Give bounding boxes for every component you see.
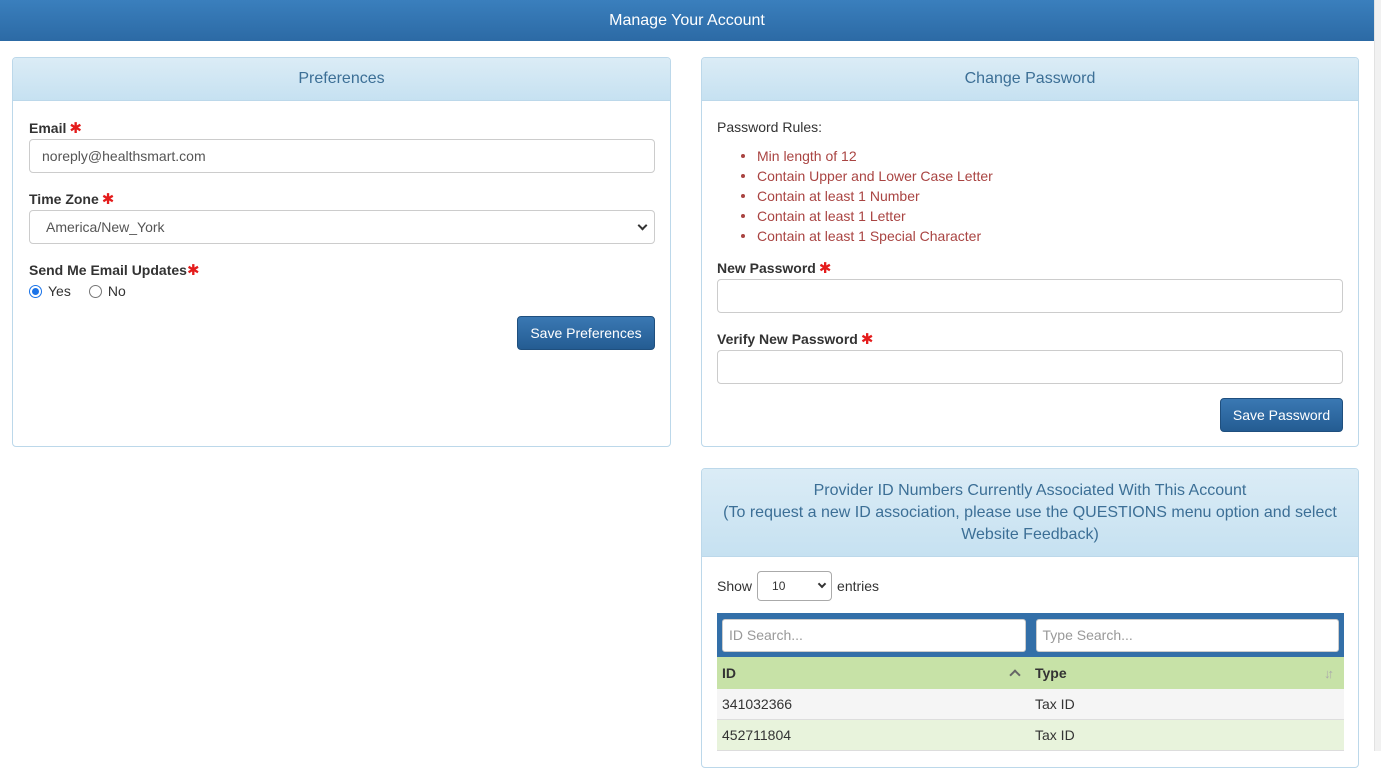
new-password-label-text: New Password (717, 260, 816, 276)
required-asterisk-icon: ✱ (101, 191, 115, 208)
preferences-panel: Preferences Email ✱ noreply@healthsmart.c… (12, 57, 671, 447)
type-search-placeholder: Type Search... (1042, 627, 1133, 643)
table-cell-id: 452711804 (722, 727, 792, 743)
email-label-text: Email (29, 120, 67, 136)
verify-password-label-text: Verify New Password (717, 331, 858, 347)
preferences-heading: Preferences (13, 58, 670, 101)
save-preferences-label: Save Preferences (530, 325, 642, 341)
timezone-select-value: America/New_York (46, 219, 165, 235)
entries-select-value: 10 (772, 579, 786, 593)
email-label: Email ✱ (29, 119, 82, 137)
page-title: Manage Your Account (609, 11, 765, 29)
provider-ids-heading-line1: Provider ID Numbers Currently Associated… (813, 481, 1247, 499)
column-header-type[interactable]: Type ↓↑ (1030, 657, 1344, 689)
top-bar: Manage Your Account (0, 0, 1374, 41)
chevron-down-icon (637, 220, 648, 230)
show-label: Show (717, 578, 753, 594)
column-header-type-label: Type (1035, 665, 1067, 681)
required-asterisk-icon: ✱ (186, 262, 200, 279)
column-header-id-label: ID (722, 665, 736, 681)
entries-length-control: Show 10 entries (717, 571, 879, 601)
password-rules-title: Password Rules: (717, 119, 823, 135)
required-asterisk-icon: ✱ (860, 331, 874, 348)
table-cell-type: Tax ID (1035, 696, 1075, 712)
timezone-label-text: Time Zone (29, 191, 99, 207)
table-search-bar: ID Search... Type Search... (717, 613, 1344, 657)
password-rule-item: Contain Upper and Lower Case Letter (741, 166, 993, 186)
save-preferences-button[interactable]: Save Preferences (517, 316, 655, 350)
no-radio[interactable] (88, 284, 102, 298)
table-header: ID Type ↓↑ (717, 657, 1344, 689)
table-cell-type: Tax ID (1035, 727, 1075, 743)
email-updates-label: Send Me Email Updates✱ (29, 261, 200, 279)
email-field[interactable]: noreply@healthsmart.com (29, 139, 655, 173)
new-password-label: New Password ✱ (717, 259, 831, 277)
page-scrollbar[interactable] (1374, 0, 1381, 751)
id-search-input[interactable]: ID Search... (722, 618, 1026, 652)
save-password-button[interactable]: Save Password (1220, 398, 1343, 432)
no-radio-label[interactable]: No (108, 283, 126, 299)
change-password-heading: Change Password (702, 58, 1358, 101)
timezone-label: Time Zone ✱ (29, 190, 114, 208)
save-password-label: Save Password (1232, 407, 1331, 423)
change-password-heading-text: Change Password (964, 70, 1096, 87)
password-rule-item: Contain at least 1 Special Character (741, 226, 993, 246)
provider-ids-table: ID Search... Type Search... ID Type ↓↑ 3… (717, 613, 1344, 751)
new-password-field[interactable] (717, 279, 1343, 313)
table-row: 452711804 Tax ID (717, 720, 1344, 751)
password-rule-item: Min length of 12 (741, 146, 993, 166)
provider-ids-panel: Provider ID Numbers Currently Associated… (701, 468, 1359, 768)
column-header-id[interactable]: ID (717, 657, 1030, 689)
password-rules-list: Min length of 12 Contain Upper and Lower… (741, 146, 993, 246)
chevron-down-icon (817, 579, 827, 589)
type-search-input[interactable]: Type Search... (1035, 618, 1339, 652)
id-search-placeholder: ID Search... (729, 627, 803, 643)
email-updates-label-text: Send Me Email Updates (29, 262, 187, 278)
change-password-panel: Change Password Password Rules: Min leng… (701, 57, 1359, 447)
required-asterisk-icon: ✱ (818, 260, 832, 277)
verify-password-field[interactable] (717, 350, 1343, 384)
preferences-heading-text: Preferences (298, 70, 385, 87)
entries-label: entries (837, 578, 880, 594)
password-rule-item: Contain at least 1 Letter (741, 206, 993, 226)
table-cell-id: 341032366 (722, 696, 793, 712)
sort-both-icon: ↓↑ (1324, 665, 1334, 681)
provider-ids-heading-line2: (To request a new ID association, please… (723, 503, 1337, 543)
entries-select[interactable]: 10 (757, 571, 833, 601)
table-row: 341032366 Tax ID (717, 689, 1344, 720)
required-asterisk-icon: ✱ (69, 120, 82, 137)
yes-radio-label[interactable]: Yes (48, 283, 71, 299)
yes-radio[interactable] (29, 284, 42, 298)
email-updates-radio-group: Yes No (29, 283, 126, 299)
email-field-value: noreply@healthsmart.com (42, 148, 206, 164)
timezone-select[interactable]: America/New_York (29, 210, 655, 244)
provider-ids-heading: Provider ID Numbers Currently Associated… (702, 469, 1358, 557)
password-rule-item: Contain at least 1 Number (741, 186, 993, 206)
verify-password-label: Verify New Password ✱ (717, 330, 873, 348)
sort-ascending-icon (1009, 669, 1021, 681)
